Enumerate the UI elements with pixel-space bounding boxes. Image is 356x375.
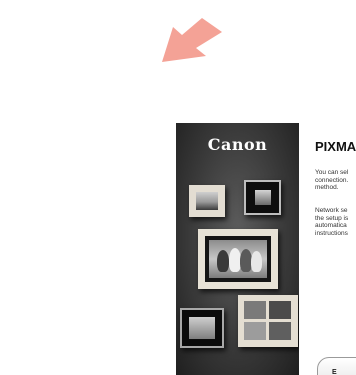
photo-group: [189, 317, 215, 339]
photo-family: [205, 236, 271, 282]
frame-group: [180, 308, 224, 348]
frame-landscape: [189, 185, 225, 217]
page-title: PIXMA: [315, 139, 356, 154]
content-panel: PIXMA You can sel connection. method. Ne…: [299, 123, 356, 375]
network-text: Network se the setup is automatica instr…: [315, 207, 349, 237]
frame-family: [198, 229, 278, 289]
action-button-label: E: [332, 369, 337, 375]
person-figure: [251, 251, 262, 272]
action-button[interactable]: E: [317, 357, 356, 375]
person-figure: [217, 250, 229, 272]
frame-portrait-small: [244, 180, 281, 215]
frame-collage: [238, 295, 298, 347]
installer-window: Canon PIXMA You can sel connection. meth…: [176, 123, 356, 375]
intro-text: You can sel connection. method.: [315, 169, 349, 191]
photo-portrait-small: [255, 190, 271, 205]
decorative-side-panel: Canon: [176, 123, 299, 375]
canon-logo: Canon: [207, 135, 268, 154]
arrow-down-left-icon: [162, 18, 222, 62]
photo-landscape: [196, 192, 218, 210]
